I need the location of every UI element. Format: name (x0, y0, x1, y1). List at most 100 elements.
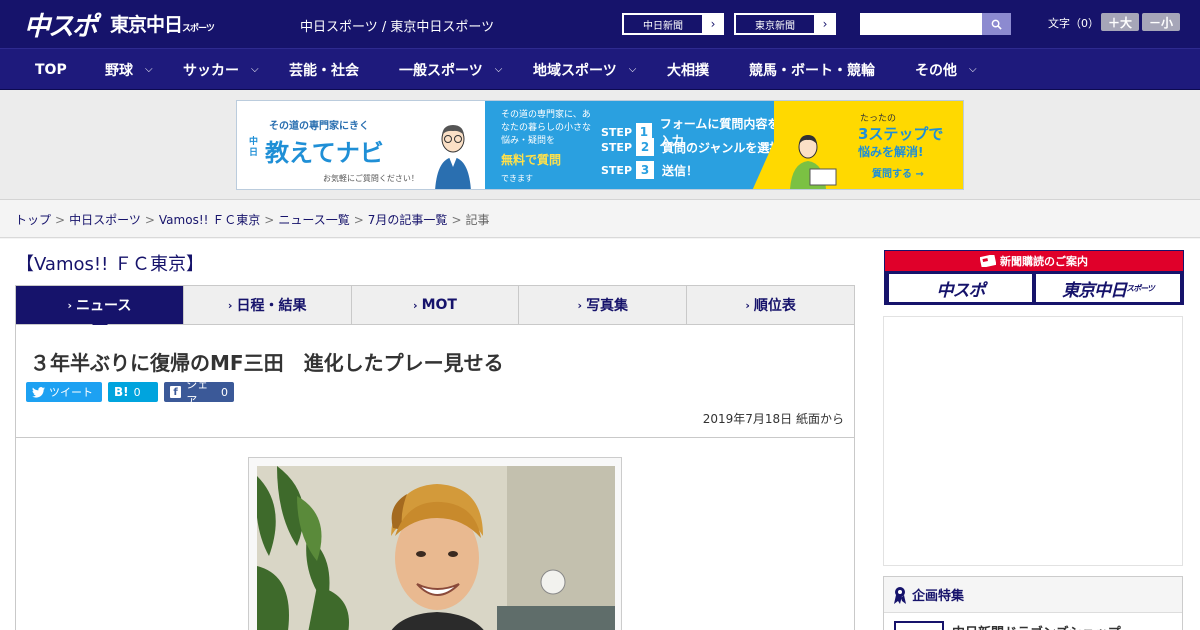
subscription-header: 新聞購読のご案内 (885, 251, 1183, 271)
main-nav: TOP 野球 ⌵ サッカー ⌵ 芸能・社会 一般スポーツ ⌵ 地域スポーツ ⌵ 大相撲 … (0, 48, 1200, 90)
nav-label: TOP (35, 61, 67, 78)
banner-cta[interactable]: 質問する → (872, 165, 924, 180)
oshiete-navi-banner[interactable]: その道の専門家にきく 中日 教えてナビ お気軽にご質問ください！ その道の専門家… (236, 100, 964, 190)
nav-label: 大相撲 (667, 62, 709, 79)
newspaper-icon (980, 255, 996, 267)
text-larger-button[interactable]: ＋大 (1101, 13, 1139, 31)
step-label: STEP (601, 140, 633, 154)
tab-news[interactable]: › ニュース (16, 286, 184, 332)
banner-left: その道の専門家にきく 中日 教えてナビ お気軽にご質問ください！ (237, 101, 485, 189)
breadcrumb-link-news-list[interactable]: ニュース一覧 (278, 213, 349, 227)
section-tabs: › ニュース › 日程・結果 › MOT › 写真集 › 順位表 (15, 285, 855, 332)
user-illustration (790, 135, 837, 189)
breadcrumb-separator: > (451, 213, 462, 227)
subscription-label: 新聞購読のご案内 (1000, 255, 1088, 268)
nav-item-others[interactable]: その他 ⌵ (915, 49, 977, 90)
feature-header: 企画特集 (884, 577, 1182, 613)
chevron-down-icon: ⌵ (494, 64, 503, 75)
nav-item-entertainment[interactable]: 芸能・社会 (289, 49, 359, 90)
feature-item-dragons-shop[interactable]: 中日新聞ドラゴンズショップ (894, 621, 1121, 630)
banner-right-big: 3ステップで (858, 125, 944, 143)
tab-standings[interactable]: › 順位表 (687, 286, 854, 324)
breadcrumb-separator: > (264, 213, 275, 227)
ribbon-icon (894, 586, 906, 604)
chunichi-shimbun-link[interactable]: 中日新聞 › (622, 13, 724, 35)
facebook-icon: f (170, 386, 182, 398)
banner-right: たったの 3ステップで 悩みを解消! 質問する → (774, 101, 963, 189)
tab-label: 順位表 (753, 298, 796, 314)
breadcrumb-current: 記事 (465, 213, 490, 227)
tokyo-chunichi-logo[interactable]: 東京中日スポーツ (110, 10, 215, 37)
hatena-bookmark-button[interactable]: B! 0 (108, 382, 158, 402)
feature-item-label: 中日新聞ドラゴンズショップ (952, 622, 1121, 630)
text-smaller-button[interactable]: －小 (1142, 13, 1180, 31)
step-label: STEP (601, 125, 633, 139)
chevron-down-icon: ⌵ (251, 64, 259, 75)
feature-section: 企画特集 中日新聞ドラゴンズショップ (883, 576, 1183, 630)
nav-item-general-sports[interactable]: 一般スポーツ ⌵ (399, 49, 502, 90)
breadcrumb-link-chunichi-sports[interactable]: 中日スポーツ (69, 213, 141, 227)
nav-item-racing[interactable]: 競馬・ボート・競輪 (749, 49, 875, 90)
article-photo-frame (248, 457, 622, 630)
search-button[interactable] (982, 13, 1011, 35)
chevron-right-icon: › (710, 17, 716, 31)
nav-item-baseball[interactable]: 野球 ⌵ (105, 49, 153, 90)
nav-label: その他 (915, 62, 957, 79)
tokyo-shimbun-link[interactable]: 東京新聞 › (734, 13, 836, 35)
nav-label: 地域スポーツ (533, 62, 617, 79)
chevron-down-icon: ⌵ (145, 64, 153, 75)
chevron-right-icon: › (822, 17, 828, 31)
section-title: 【Vamos!! ＦＣ東京】 (16, 254, 205, 275)
banner-mid: その道の専門家に、あなたの暮らしの小さな悩み・疑問を 無料で質問 できます (485, 101, 595, 189)
sub-logo-text: 東京中日 (1062, 280, 1127, 301)
top-header: 中スポ 東京中日スポーツ 中日スポーツ / 東京中日スポーツ 中日新聞 › 東京… (0, 0, 1200, 48)
chuspo-logo[interactable]: 中スポ (24, 6, 98, 43)
subscription-banner[interactable]: 新聞購読のご案内 中スポ 東京中日 スポーツ (884, 250, 1184, 305)
tab-label: MOT (421, 297, 457, 313)
chevron-down-icon: ⌵ (969, 64, 977, 75)
nav-item-regional-sports[interactable]: 地域スポーツ ⌵ (533, 49, 636, 90)
step-text: 送信！ (662, 163, 699, 178)
chevron-down-icon: ⌵ (628, 64, 637, 75)
paper-link-label: 東京新聞 (735, 14, 815, 34)
paper-link-label: 中日新聞 (623, 14, 703, 34)
tokyo-chunichi-subscribe-logo[interactable]: 東京中日 スポーツ (1036, 274, 1180, 302)
text-size-label: 文字（0） (1048, 17, 1099, 30)
article-photo[interactable] (257, 466, 615, 630)
banner-step: STEP 3 送信！ (601, 161, 698, 179)
banner-sub: お気軽にご質問ください！ (323, 174, 419, 183)
tweet-button[interactable]: ツイート (26, 382, 102, 402)
breadcrumb-link-top[interactable]: トップ (15, 213, 51, 227)
chuspo-subscribe-logo[interactable]: 中スポ (889, 274, 1032, 302)
ad-area: その道の専門家にきく 中日 教えてナビ お気軽にご質問ください！ その道の専門家… (0, 90, 1200, 200)
breadcrumb-separator: > (55, 213, 66, 227)
tab-schedule-results[interactable]: › 日程・結果 (184, 286, 352, 324)
search-input[interactable] (860, 13, 982, 35)
banner-mid-highlight: 無料で質問 (501, 153, 562, 167)
banner-mid-foot: できます (501, 174, 533, 183)
tab-label: 写真集 (586, 298, 629, 314)
chevron-right-icon: › (67, 298, 73, 312)
banner-brand-prefix: 中日 (249, 137, 259, 158)
nav-label: 野球 (105, 62, 133, 79)
nav-item-soccer[interactable]: サッカー ⌵ (183, 49, 259, 90)
tab-mot[interactable]: › MOT (352, 286, 520, 324)
nav-item-top[interactable]: TOP (35, 49, 67, 90)
twitter-icon (32, 386, 45, 398)
banner-tagline: その道の専門家にきく (269, 121, 369, 132)
chevron-right-icon: › (413, 298, 418, 312)
breadcrumb-link-vamos[interactable]: Vamos!! ＦＣ東京 (159, 213, 260, 227)
nav-item-sumo[interactable]: 大相撲 (667, 49, 709, 90)
banner-mid-text: その道の専門家に、あなたの暮らしの小さな悩み・疑問を (501, 110, 592, 146)
breadcrumb-link-july[interactable]: 7月の記事一覧 (368, 213, 448, 227)
article-header: ３年半ぶりに復帰のMF三田 進化したプレー見せる ツイート B! 0 f シェア… (15, 325, 855, 438)
tab-photos[interactable]: › 写真集 (519, 286, 688, 324)
facebook-share-label: シェア (186, 378, 209, 407)
tweet-label: ツイート (49, 386, 93, 399)
step-number: 2 (636, 138, 655, 156)
facebook-share-button[interactable]: f シェア 0 (164, 378, 234, 407)
article-body (15, 438, 855, 630)
player-photo-illustration (257, 466, 615, 630)
tab-label: 日程・結果 (236, 298, 307, 314)
facebook-share-count: 0 (221, 385, 228, 399)
